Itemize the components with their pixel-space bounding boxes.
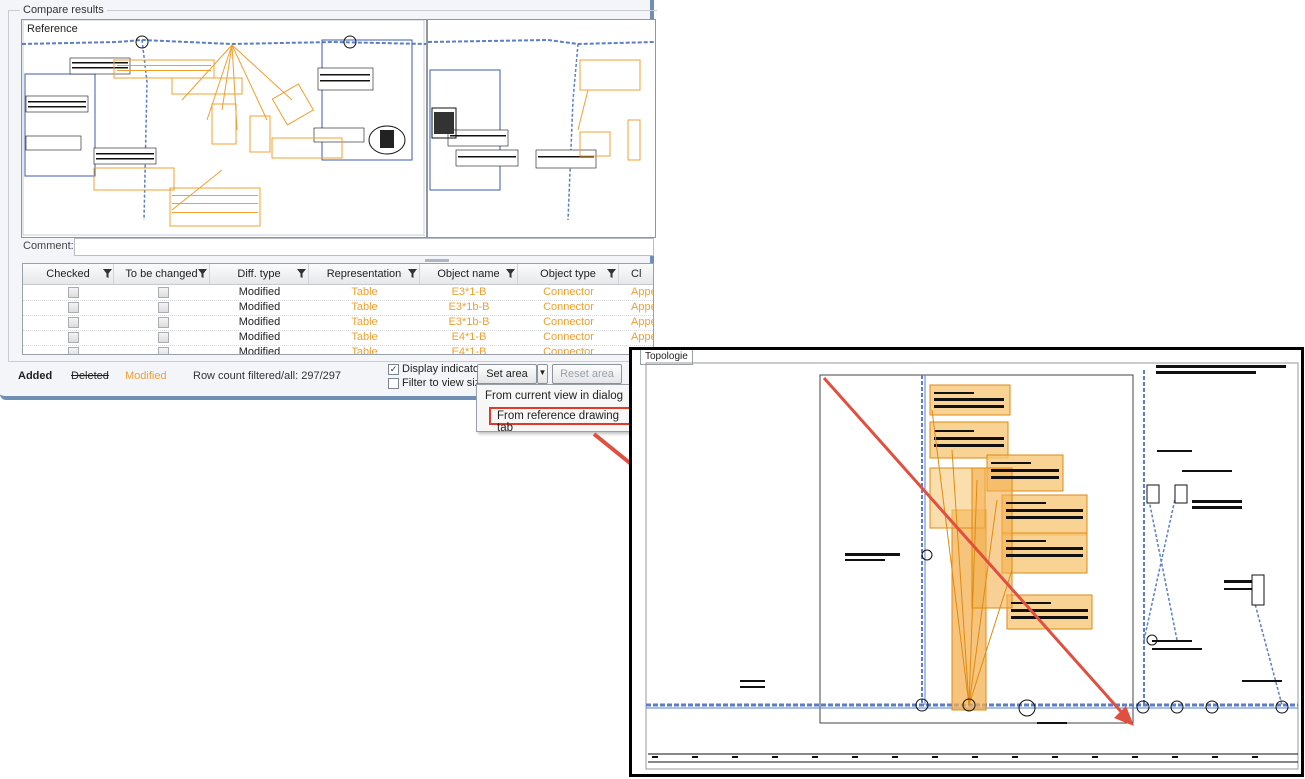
checked-checkbox[interactable]: [67, 347, 79, 354]
reference-label: Reference: [25, 23, 80, 35]
checked-cell: [23, 315, 114, 330]
diff-type-cell: Modified: [238, 286, 281, 298]
compare-dialog: Compare results Reference Comment: Check…: [0, 0, 657, 400]
column-header-object-type[interactable]: Object type: [518, 264, 619, 284]
checked-checkbox[interactable]: [67, 317, 79, 328]
table-row[interactable]: Modified Table E4*1-B Connector Appe: [23, 330, 653, 346]
table-row[interactable]: Modified Table E3*1b-B Connector Appe: [23, 315, 653, 331]
filter-icon[interactable]: [103, 268, 112, 279]
checked-cell: [23, 330, 114, 345]
to-be-changed-checkbox[interactable]: [158, 302, 169, 313]
splitter-handle[interactable]: [425, 259, 449, 262]
filter-icon[interactable]: [506, 268, 515, 279]
reference-drawing-view[interactable]: Reference: [21, 19, 427, 238]
to-be-changed-checkbox[interactable]: [158, 347, 169, 354]
to-be-changed-checkbox[interactable]: [158, 287, 169, 298]
checked-cell: [23, 345, 114, 354]
filter-to-view-size-checkbox[interactable]: [388, 378, 399, 389]
representation-cell: Table: [351, 316, 378, 328]
column-header-to-be-changed[interactable]: To be changed: [114, 264, 210, 284]
filter-icon[interactable]: [408, 268, 417, 279]
to-be-changed-cell: [114, 285, 210, 300]
table-row[interactable]: Modified Table E3*1b-B Connector Appe: [23, 300, 653, 316]
compare-drawing-view[interactable]: [427, 19, 656, 238]
legend-added: Added: [18, 370, 53, 382]
diff-type-cell: Modified: [238, 301, 281, 313]
set-area-filter-dropdown[interactable]: ▼: [537, 364, 548, 384]
representation-cell: Table: [351, 286, 378, 298]
class-cell: Appe: [631, 316, 653, 328]
class-cell: Appe: [631, 331, 653, 343]
to-be-changed-checkbox[interactable]: [158, 332, 169, 343]
class-cell: Appe: [631, 301, 653, 313]
representation-cell: Table: [351, 346, 378, 355]
diff-type-cell: Modified: [238, 346, 281, 355]
column-header-class[interactable]: Cl: [619, 264, 653, 284]
diff-type-cell: Modified: [238, 331, 281, 343]
checked-checkbox[interactable]: [67, 287, 79, 298]
filter-to-view-size-label: Filter to view size: [402, 377, 487, 389]
representation-cell: Table: [351, 331, 378, 343]
object-name-cell: E3*1b-B: [448, 316, 490, 328]
to-be-changed-cell: [114, 345, 210, 354]
object-name-cell: E3*1b-B: [448, 301, 490, 313]
to-be-changed-cell: [114, 330, 210, 345]
column-header-object-name[interactable]: Object name: [420, 264, 518, 284]
legend-modified: Modified: [125, 370, 167, 382]
diff-type-cell: Modified: [238, 316, 281, 328]
object-type-cell: Connector: [543, 346, 594, 355]
topology-window: Topologie: [629, 347, 1304, 777]
filter-icon[interactable]: [607, 268, 616, 279]
to-be-changed-cell: [114, 300, 210, 315]
representation-cell: Table: [351, 301, 378, 313]
class-cell: Appe: [631, 286, 653, 298]
column-header-diff-type[interactable]: Diff. type: [210, 264, 309, 284]
compare-drawing: [428, 38, 655, 221]
object-name-cell: E4*1-B: [451, 331, 487, 343]
chevron-down-icon: ▼: [538, 368, 547, 377]
object-type-cell: Connector: [543, 286, 594, 298]
comment-label: Comment:: [23, 240, 74, 252]
group-title: Compare results: [20, 4, 107, 16]
object-name-cell: E4*1-B: [451, 346, 487, 355]
area-filter-menu: From current view in dialog From referen…: [476, 384, 638, 434]
to-be-changed-cell: [114, 315, 210, 330]
checked-cell: [23, 285, 114, 300]
object-type-cell: Connector: [543, 301, 594, 313]
row-count: Row count filtered/all: 297/297: [193, 370, 341, 382]
grid-header: Checked To be changed Diff. type Represe…: [23, 264, 653, 285]
set-area-filter-button[interactable]: Set area filter: [477, 364, 537, 398]
menu-item-current-view[interactable]: From current view in dialog: [485, 390, 623, 402]
object-type-cell: Connector: [543, 331, 594, 343]
table-row[interactable]: ModifiedTableE4*1-BConnectorAppe: [23, 345, 653, 355]
column-header-representation[interactable]: Representation: [309, 264, 420, 284]
display-indicators-label: Display indicators: [402, 363, 489, 375]
object-name-cell: E3*1-B: [451, 286, 487, 298]
reference-drawing: [22, 20, 426, 236]
to-be-changed-checkbox[interactable]: [158, 317, 169, 328]
table-row[interactable]: Modified Table E3*1-B Connector Appe: [23, 285, 653, 301]
checked-checkbox[interactable]: [67, 302, 79, 313]
topology-drawing[interactable]: [632, 350, 1301, 774]
object-type-cell: Connector: [543, 316, 594, 328]
display-indicators-checkbox[interactable]: ✓: [388, 364, 399, 375]
filter-icon[interactable]: [198, 268, 207, 279]
column-header-checked[interactable]: Checked: [23, 264, 114, 284]
filter-icon[interactable]: [297, 268, 306, 279]
checked-checkbox[interactable]: [67, 332, 79, 343]
checked-cell: [23, 300, 114, 315]
reset-area-filter-button[interactable]: Reset area filter: [552, 364, 622, 398]
results-grid[interactable]: Checked To be changed Diff. type Represe…: [22, 263, 654, 355]
comment-input[interactable]: [74, 238, 654, 256]
legend-deleted: Deleted: [71, 370, 109, 382]
